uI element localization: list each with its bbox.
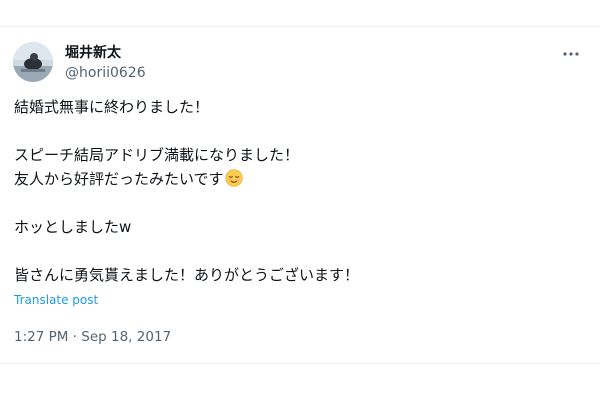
translate-post-link[interactable]: Translate post [14, 292, 98, 308]
avatar-image [13, 42, 53, 82]
avatar[interactable] [13, 42, 53, 82]
display-name[interactable]: 堀井新太 [65, 44, 121, 62]
tweet-line: ホッとしましたw [14, 218, 132, 236]
relieved-face-emoji-icon [224, 169, 243, 194]
tweet-text: 結婚式無事に終わりました！ スピーチ結局アドリブ満載になりました！ 友人から好評… [14, 95, 584, 287]
tweet-line: 結婚式無事に終わりました！ [14, 98, 210, 116]
tweet-line: 皆さんに勇気貰えました！ありがとうございます！ [14, 266, 360, 284]
user-handle[interactable]: @horii0626 [65, 64, 146, 82]
tweet-timestamp[interactable]: 1:27 PM · Sep 18, 2017 [14, 328, 171, 346]
tweet-line-text: 友人から好評だったみたいです [14, 170, 224, 188]
tweet-line: スピーチ結局アドリブ満載になりました！ [14, 146, 300, 164]
more-horizontal-icon [563, 52, 579, 56]
tweet-line-with-emoji: 友人から好評だったみたいです [14, 167, 584, 191]
tweet-card: 堀井新太 @horii0626 結婚式無事に終わりました！ スピーチ結局アドリブ… [0, 26, 600, 364]
more-options-button[interactable] [556, 43, 586, 65]
screenshot-stage: 堀井新太 @horii0626 結婚式無事に終わりました！ スピーチ結局アドリブ… [0, 0, 600, 400]
